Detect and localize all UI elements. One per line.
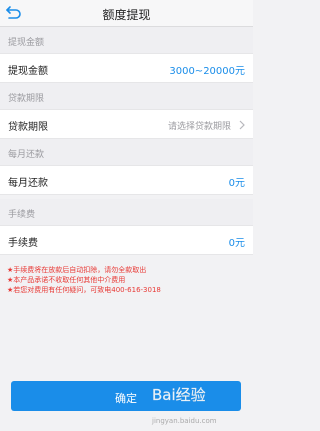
note-item: ★手续费将在放款后自动扣除，请勿全款取出 bbox=[7, 266, 147, 274]
section-header-label: 贷款期限 bbox=[8, 94, 45, 104]
baidu-jingyan-watermark: Bai经验 jingyan.baidu.com bbox=[151, 386, 217, 425]
amount-row[interactable]: 提现金额 3000~20000元 bbox=[0, 53, 253, 83]
nav-bar: 额度提现 bbox=[0, 0, 253, 27]
page-title: 额度提现 bbox=[102, 8, 151, 22]
section-header-label: 每月还款 bbox=[8, 150, 45, 160]
section-header-label: 手续费 bbox=[8, 210, 36, 220]
monthly-repayment-row: 每月还款 0元 bbox=[0, 165, 253, 195]
monthly-repayment-value: 0元 bbox=[228, 178, 245, 189]
section-header-monthly: 每月还款 bbox=[0, 139, 253, 165]
fee-label: 手续费 bbox=[8, 238, 38, 249]
watermark-text: Bai经验 bbox=[152, 386, 206, 404]
notes: ★手续费将在放款后自动扣除，请勿全款取出 ★本产品承诺不收取任何其他中介费用 ★… bbox=[7, 265, 247, 295]
loan-term-label: 贷款期限 bbox=[8, 122, 48, 133]
loan-term-row[interactable]: 贷款期限 请选择贷款期限 bbox=[0, 109, 253, 139]
loan-term-placeholder: 请选择贷款期限 bbox=[167, 122, 231, 132]
chevron-right-icon bbox=[239, 120, 245, 130]
amount-value: 3000~20000元 bbox=[169, 66, 245, 77]
section-header-amount: 提现金额 bbox=[0, 27, 253, 53]
watermark-url: jingyan.baidu.com bbox=[151, 417, 217, 425]
amount-label: 提现金额 bbox=[8, 66, 48, 77]
section-header-fee: 手续费 bbox=[0, 199, 253, 225]
monthly-repayment-label: 每月还款 bbox=[8, 178, 48, 189]
note-item: ★若您对费用有任何疑问，可致电400-616-3018 bbox=[7, 286, 161, 294]
note-item: ★本产品承诺不收取任何其他中介费用 bbox=[7, 276, 126, 284]
fee-row: 手续费 0元 bbox=[0, 225, 253, 255]
section-header-label: 提现金额 bbox=[8, 38, 45, 48]
section-header-term: 贷款期限 bbox=[0, 83, 253, 109]
fee-value: 0元 bbox=[228, 238, 245, 249]
